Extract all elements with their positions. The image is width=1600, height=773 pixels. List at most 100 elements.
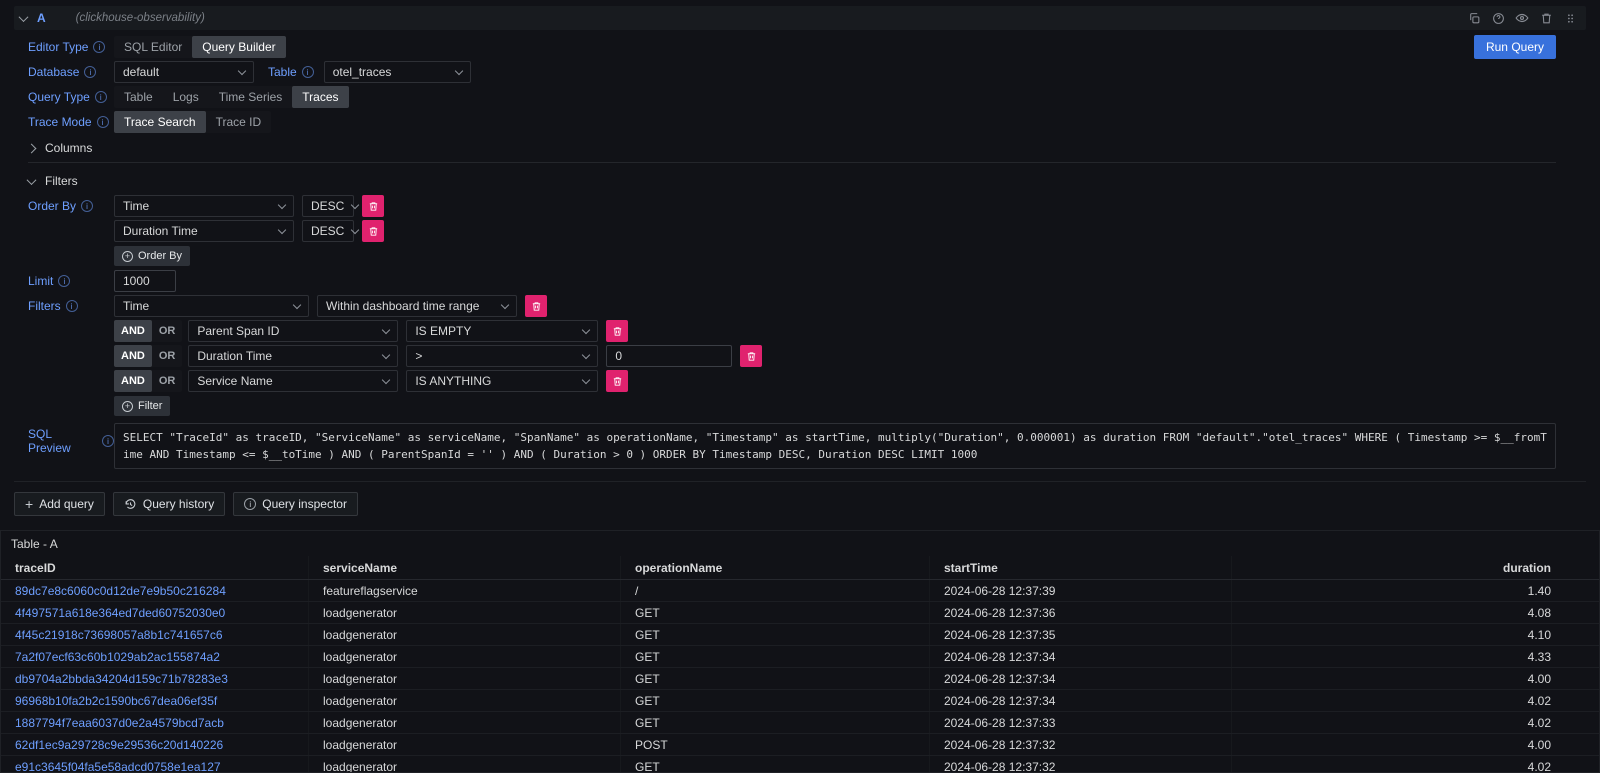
query-help-icon[interactable] bbox=[1488, 8, 1508, 28]
collapse-query-chevron-icon[interactable] bbox=[19, 12, 29, 22]
and-or-toggle: AND OR bbox=[114, 320, 182, 342]
operation-name-cell: GET bbox=[621, 624, 930, 645]
filter-field-select[interactable]: Parent Span ID bbox=[188, 320, 398, 342]
trace-id-link[interactable]: 4f497571a618e364ed7ded60752030e0 bbox=[1, 602, 309, 623]
info-icon[interactable] bbox=[97, 116, 109, 128]
sql-preview-label: SQL Preview bbox=[28, 427, 114, 455]
query-type-table-option[interactable]: Table bbox=[114, 86, 163, 108]
operation-name-cell: GET bbox=[621, 668, 930, 689]
remove-order-by-button[interactable] bbox=[362, 220, 384, 242]
column-header-starttime[interactable]: startTime bbox=[930, 556, 1232, 579]
info-icon[interactable] bbox=[102, 435, 114, 447]
duration-cell: 4.02 bbox=[1232, 756, 1599, 773]
column-header-operationname[interactable]: operationName bbox=[621, 556, 930, 579]
table-select[interactable]: otel_traces bbox=[324, 61, 471, 83]
trace-id-link[interactable]: 7a2f07ecf63c60b1029ab2ac155874a2 bbox=[1, 646, 309, 667]
and-option[interactable]: AND bbox=[114, 320, 152, 342]
info-icon[interactable] bbox=[84, 66, 96, 78]
table-row: 62df1ec9a29728c9e29536c20d140226 loadgen… bbox=[1, 734, 1599, 756]
order-by-label: Order By bbox=[28, 199, 114, 213]
query-type-logs-option[interactable]: Logs bbox=[163, 86, 209, 108]
duplicate-query-icon[interactable] bbox=[1464, 8, 1484, 28]
info-icon bbox=[244, 498, 256, 510]
order-by-direction-select[interactable]: DESC bbox=[302, 220, 354, 242]
chevron-down-icon bbox=[238, 66, 246, 74]
info-icon[interactable] bbox=[93, 41, 105, 53]
order-by-direction-select[interactable]: DESC bbox=[302, 195, 354, 217]
divider bbox=[28, 162, 1556, 163]
operation-name-cell: GET bbox=[621, 756, 930, 773]
filter-operator-select[interactable]: IS ANYTHING bbox=[406, 370, 598, 392]
filter-value-input[interactable] bbox=[606, 345, 732, 367]
query-ref-id[interactable]: A bbox=[37, 11, 46, 25]
add-filter-button[interactable]: Filter bbox=[114, 396, 170, 416]
trace-id-link[interactable]: e91c3645f04fa5e58adcd0758e1ea127 bbox=[1, 756, 309, 773]
add-order-by-button[interactable]: Order By bbox=[114, 246, 190, 266]
or-option[interactable]: OR bbox=[152, 320, 183, 342]
table-row: 7a2f07ecf63c60b1029ab2ac155874a2 loadgen… bbox=[1, 646, 1599, 668]
trace-search-option[interactable]: Trace Search bbox=[114, 111, 206, 133]
query-type-timeseries-option[interactable]: Time Series bbox=[209, 86, 293, 108]
query-inspector-button[interactable]: Query inspector bbox=[233, 492, 358, 516]
database-select[interactable]: default bbox=[114, 61, 254, 83]
info-icon[interactable] bbox=[66, 300, 78, 312]
query-type-traces-option[interactable]: Traces bbox=[292, 86, 348, 108]
trace-id-link[interactable]: 62df1ec9a29728c9e29536c20d140226 bbox=[1, 734, 309, 755]
add-query-button[interactable]: Add query bbox=[14, 492, 105, 516]
column-header-servicename[interactable]: serviceName bbox=[309, 556, 621, 579]
start-time-cell: 2024-06-28 12:37:34 bbox=[930, 646, 1232, 667]
chevron-down-icon bbox=[293, 300, 301, 308]
drag-handle-icon[interactable] bbox=[1560, 8, 1580, 28]
query-history-button[interactable]: Query history bbox=[113, 492, 225, 516]
column-header-traceid[interactable]: traceID bbox=[1, 556, 309, 579]
chevron-down-icon bbox=[351, 200, 359, 208]
service-name-cell: loadgenerator bbox=[309, 646, 621, 667]
trace-id-link[interactable]: 96968b10fa2b2c1590bc67dea06ef35f bbox=[1, 690, 309, 711]
filters-section-toggle[interactable]: Filters bbox=[28, 169, 1556, 193]
filter-field-select[interactable]: Time bbox=[114, 295, 309, 317]
query-builder-option[interactable]: Query Builder bbox=[192, 36, 285, 58]
or-option[interactable]: OR bbox=[152, 370, 183, 392]
info-icon[interactable] bbox=[95, 91, 107, 103]
filter-field-select[interactable]: Duration Time bbox=[188, 345, 398, 367]
remove-query-trash-icon[interactable] bbox=[1536, 8, 1556, 28]
filter-field-select[interactable]: Service Name bbox=[188, 370, 398, 392]
limit-label: Limit bbox=[28, 274, 114, 288]
duration-cell: 4.10 bbox=[1232, 624, 1599, 645]
table-panel: Table - A traceID serviceName operationN… bbox=[0, 530, 1600, 773]
history-icon bbox=[124, 498, 137, 511]
trace-id-link[interactable]: db9704a2bbda34204d159c71b78283e3 bbox=[1, 668, 309, 689]
and-option[interactable]: AND bbox=[114, 345, 152, 367]
remove-filter-button[interactable] bbox=[606, 320, 628, 342]
table-row: 89dc7e8c6060c0d12de7e9b50c216284 feature… bbox=[1, 580, 1599, 602]
remove-filter-button[interactable] bbox=[606, 370, 628, 392]
chevron-down-icon bbox=[454, 66, 462, 74]
or-option[interactable]: OR bbox=[152, 345, 183, 367]
remove-order-by-button[interactable] bbox=[362, 195, 384, 217]
trace-id-option[interactable]: Trace ID bbox=[206, 111, 272, 133]
start-time-cell: 2024-06-28 12:37:32 bbox=[930, 734, 1232, 755]
filter-operator-select[interactable]: Within dashboard time range bbox=[317, 295, 517, 317]
info-icon[interactable] bbox=[58, 275, 70, 287]
trace-id-link[interactable]: 89dc7e8c6060c0d12de7e9b50c216284 bbox=[1, 580, 309, 601]
order-by-field-select[interactable]: Duration Time bbox=[114, 220, 294, 242]
hide-response-eye-icon[interactable] bbox=[1512, 8, 1532, 28]
service-name-cell: loadgenerator bbox=[309, 624, 621, 645]
run-query-button[interactable]: Run Query bbox=[1474, 35, 1556, 59]
trace-id-link[interactable]: 1887794f7eaa6037d0e2a4579bcd7acb bbox=[1, 712, 309, 733]
column-header-duration[interactable]: duration bbox=[1232, 556, 1599, 579]
filter-operator-select[interactable]: > bbox=[406, 345, 598, 367]
remove-filter-button[interactable] bbox=[740, 345, 762, 367]
trace-id-link[interactable]: 4f45c21918c73698057a8b1c741657c6 bbox=[1, 624, 309, 645]
info-icon[interactable] bbox=[302, 66, 314, 78]
sql-editor-option[interactable]: SQL Editor bbox=[114, 36, 192, 58]
remove-filter-button[interactable] bbox=[525, 295, 547, 317]
filter-operator-select[interactable]: IS EMPTY bbox=[406, 320, 598, 342]
and-option[interactable]: AND bbox=[114, 370, 152, 392]
limit-input[interactable] bbox=[114, 270, 176, 292]
query-editor-body: Editor Type SQL Editor Query Builder Run… bbox=[14, 36, 1586, 469]
columns-section-toggle[interactable]: Columns bbox=[28, 136, 1556, 160]
info-icon[interactable] bbox=[81, 200, 93, 212]
start-time-cell: 2024-06-28 12:37:39 bbox=[930, 580, 1232, 601]
order-by-field-select[interactable]: Time bbox=[114, 195, 294, 217]
